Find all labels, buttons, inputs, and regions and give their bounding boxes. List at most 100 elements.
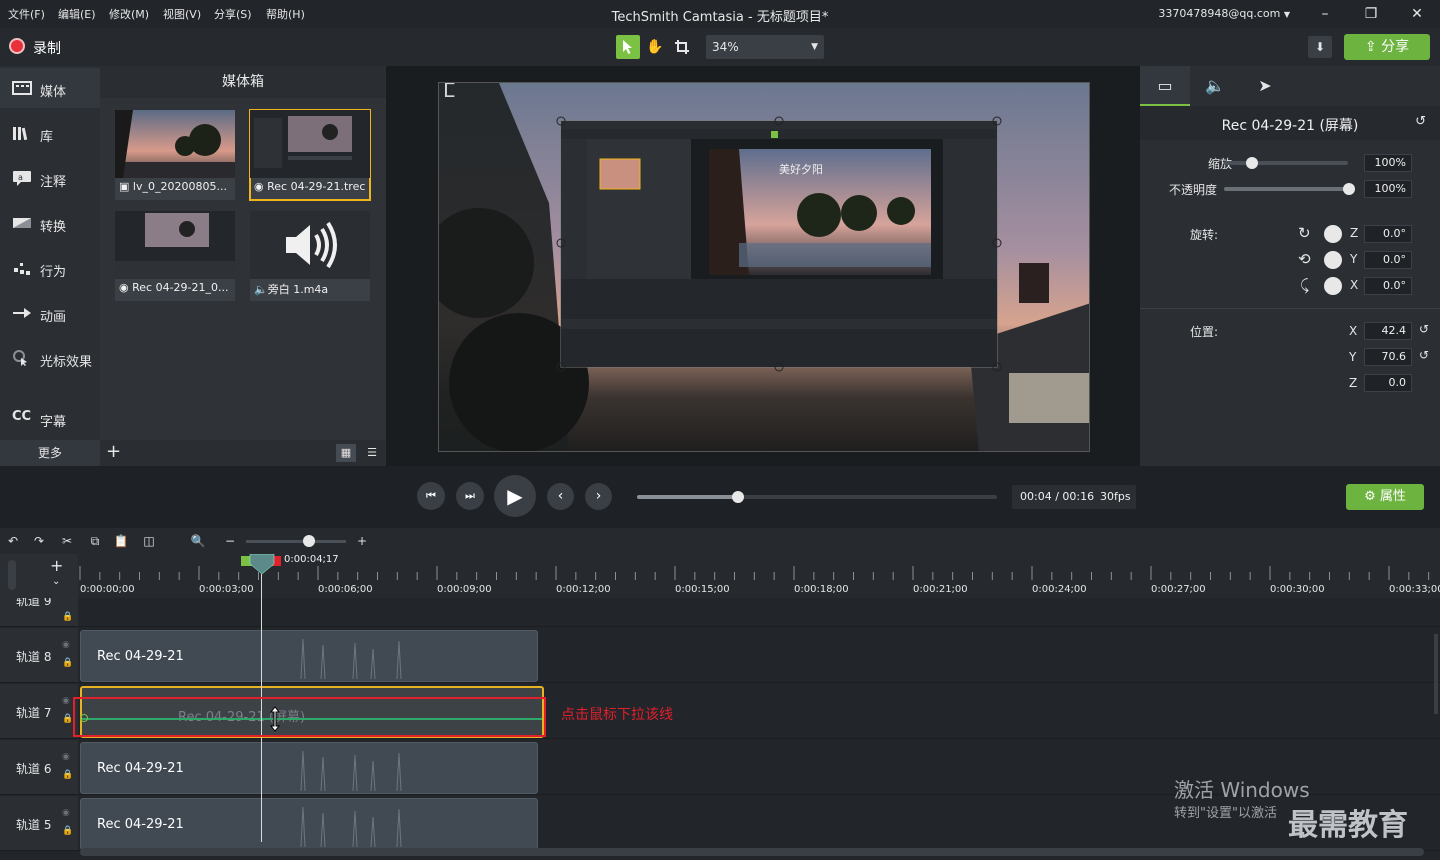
opacity-field[interactable]: 100% [1364, 180, 1412, 198]
position-x-field[interactable]: 42.4 [1364, 322, 1412, 340]
paste-button[interactable]: 📋 [112, 532, 130, 550]
sidebar-item-cursor-effects[interactable]: 光标效果 [0, 338, 100, 378]
record-button[interactable]: 录制 [33, 38, 61, 58]
reset-icon[interactable]: ↺ [1415, 114, 1426, 129]
zoom-out-button[interactable]: − [221, 532, 239, 550]
media-item[interactable]: ◉ Rec 04-29-21_0... [115, 211, 235, 301]
hand-icon: ✋ [646, 39, 664, 55]
scrub-knob[interactable] [732, 491, 744, 503]
rotate-y-dial[interactable] [1324, 251, 1342, 269]
rotate-x-dial[interactable] [1324, 277, 1342, 295]
add-media-button[interactable]: + [106, 443, 126, 463]
scale-slider-knob[interactable] [1246, 157, 1258, 169]
media-item[interactable]: ▣ lv_0_20200805... [115, 110, 235, 200]
timeline-clip[interactable]: Rec 04-29-21 [80, 630, 538, 682]
restore-button[interactable]: ❐ [1360, 4, 1382, 24]
lock-icon[interactable]: 🔒 [62, 612, 73, 622]
previous-frame-button[interactable]: ‹ [547, 483, 574, 510]
scale-field[interactable]: 100% [1364, 154, 1412, 172]
sidebar-item-annotations[interactable]: a 注释 [0, 158, 100, 198]
opacity-slider-knob[interactable] [1343, 183, 1355, 195]
sidebar-item-captions[interactable]: CC 字幕 [0, 398, 100, 438]
sidebar-item-transitions[interactable]: 转换 [0, 203, 100, 243]
rotate-z-dial[interactable] [1324, 225, 1342, 243]
list-view-button[interactable]: ☰ [362, 444, 382, 462]
menu-view[interactable]: 视图(V) [163, 6, 201, 22]
vertical-scrollbar[interactable] [1434, 634, 1438, 714]
eye-icon[interactable]: ◉ [62, 808, 70, 818]
menu-help[interactable]: 帮助(H) [266, 6, 305, 22]
minimize-button[interactable]: – [1314, 4, 1336, 24]
account-menu[interactable]: 3370478948@qq.com ▼ [1158, 7, 1290, 20]
eye-icon[interactable]: ◉ [62, 752, 70, 762]
scrub-bar[interactable] [637, 495, 997, 499]
menu-edit[interactable]: 编辑(E) [58, 6, 96, 22]
cut-button[interactable]: ✂ [58, 532, 76, 550]
menu-file[interactable]: 文件(F) [8, 6, 45, 22]
lock-icon[interactable]: 🔒 [62, 658, 73, 668]
sidebar-item-library[interactable]: 库 [0, 113, 100, 153]
track-header[interactable]: 轨道 7 ◉ 🔒 [0, 684, 78, 739]
track-header[interactable]: 轨道 6 ◉ 🔒 [0, 740, 78, 795]
rotate-x-field[interactable]: 0.0° [1364, 277, 1412, 295]
select-tool-button[interactable] [616, 35, 640, 59]
rotate-z-field[interactable]: 0.0° [1364, 225, 1412, 243]
menu-modify[interactable]: 修改(M) [109, 6, 149, 22]
rewind-button[interactable]: ⏮ [417, 482, 445, 510]
eye-icon[interactable]: ◉ [62, 640, 70, 650]
rotate-y-field[interactable]: 0.0° [1364, 251, 1412, 269]
sidebar-item-media[interactable]: 媒体 [0, 68, 100, 108]
scale-slider[interactable] [1224, 161, 1348, 165]
add-track-button[interactable]: + [50, 556, 63, 575]
share-button[interactable]: ⇪ 分享 [1344, 34, 1430, 60]
track-header[interactable]: 轨道 5 ◉ 🔒 [0, 796, 78, 851]
opacity-slider[interactable] [1224, 187, 1348, 191]
menu-share[interactable]: 分享(S) [214, 6, 252, 22]
timeline-zoom-knob[interactable] [303, 535, 315, 547]
track-height-slider[interactable] [8, 560, 16, 590]
reset-icon[interactable]: ↺ [1419, 348, 1429, 362]
close-button[interactable]: ✕ [1406, 4, 1428, 24]
export-download-button[interactable]: ⬇ [1308, 36, 1332, 58]
tab-visual-properties[interactable]: ▭ [1140, 66, 1190, 106]
timeline-clip[interactable]: Rec 04-29-21 [80, 798, 538, 850]
playhead-handle[interactable] [248, 554, 276, 576]
copy-button[interactable]: ⧉ [86, 532, 104, 550]
next-frame-button[interactable]: › [585, 483, 612, 510]
zoom-value: 34% [712, 40, 739, 54]
sidebar-item-behaviors[interactable]: 行为 [0, 248, 100, 288]
reset-icon[interactable]: ↺ [1419, 322, 1429, 336]
tab-cursor-properties[interactable]: ➤ [1240, 66, 1290, 106]
undo-button[interactable]: ↶ [4, 532, 22, 550]
zoom-select[interactable]: 34% ▼ [706, 35, 824, 59]
track-header[interactable]: 轨道 8 ◉ 🔒 [0, 628, 78, 683]
step-forward-button[interactable]: ⏭ [456, 482, 484, 510]
play-button[interactable]: ▶ [494, 475, 536, 517]
timeline-clip[interactable]: Rec 04-29-21 [80, 742, 538, 794]
position-y-field[interactable]: 70.6 [1364, 348, 1412, 366]
position-z-field[interactable]: 0.0 [1364, 374, 1412, 392]
grid-view-button[interactable]: ▦ [336, 444, 356, 462]
split-button[interactable]: ◫ [140, 532, 158, 550]
media-item-selected[interactable]: ◉ Rec 04-29-21.trec [249, 109, 371, 201]
title-bar: 文件(F) 编辑(E) 修改(M) 视图(V) 分享(S) 帮助(H) Tech… [0, 0, 1440, 28]
collapse-tracks-button[interactable]: ⌄ [52, 576, 60, 587]
tab-audio-properties[interactable]: 🔈 [1190, 66, 1240, 106]
eye-icon[interactable]: ◉ [62, 696, 70, 706]
timeline-zoom-slider[interactable] [246, 540, 346, 543]
record-icon[interactable] [9, 38, 25, 54]
track-header[interactable]: 轨道 9 🔒 [0, 598, 78, 627]
horizontal-scrollbar[interactable] [80, 848, 1424, 856]
sidebar-item-animations[interactable]: 动画 [0, 293, 100, 333]
lock-icon[interactable]: 🔒 [62, 770, 73, 780]
lock-icon[interactable]: 🔒 [62, 714, 73, 724]
zoom-in-button[interactable]: + [353, 532, 371, 550]
pan-tool-button[interactable]: ✋ [643, 35, 667, 59]
redo-button[interactable]: ↷ [30, 532, 48, 550]
properties-button[interactable]: ⚙ 属性 [1346, 484, 1424, 510]
media-item[interactable]: 🔈旁白 1.m4a [250, 211, 370, 301]
crop-tool-button[interactable] [670, 35, 694, 59]
preview-canvas[interactable]: 美好夕阳 ⵎ [438, 82, 1090, 452]
lock-icon[interactable]: 🔒 [62, 826, 73, 836]
more-button[interactable]: 更多 [0, 440, 100, 466]
